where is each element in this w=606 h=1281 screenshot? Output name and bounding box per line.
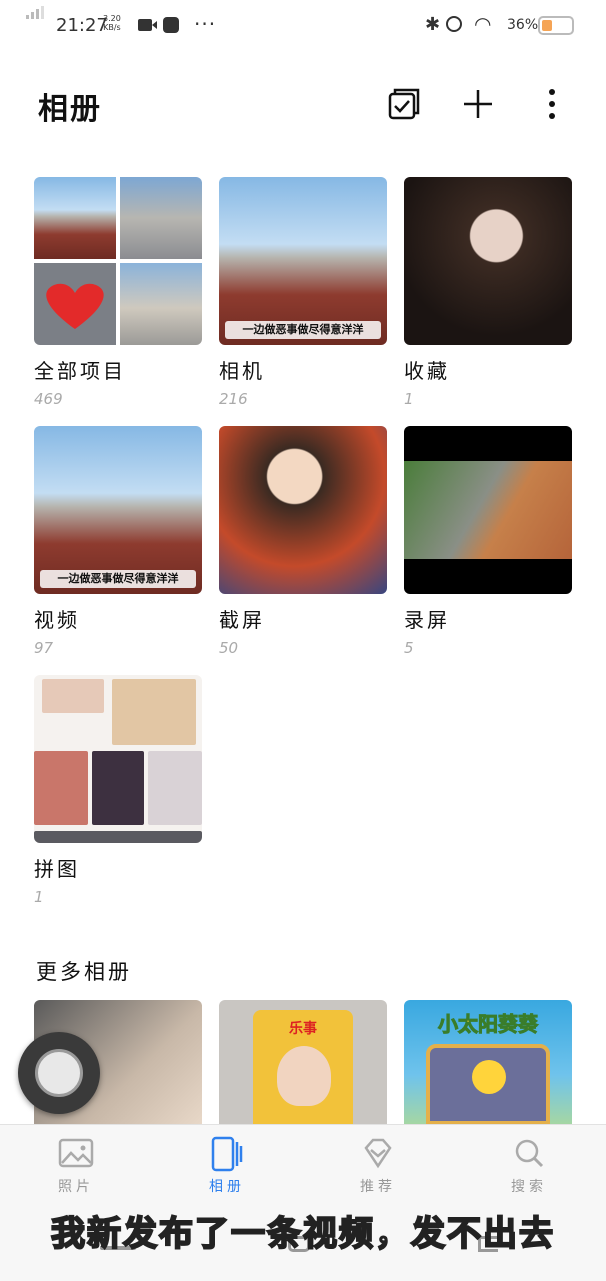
floating-assistive-button[interactable] [18, 1032, 100, 1114]
more-albums-title: 更多相册 [36, 960, 132, 984]
status-bar: 21:27 3.20 KB/s ··· ✱ ◠ 36% [0, 0, 606, 56]
album-screenshots[interactable]: 截屏 50 [219, 426, 387, 657]
album-thumbnail [404, 177, 572, 345]
network-speed: 3.20 KB/s [103, 14, 121, 32]
video-camera-icon [138, 19, 157, 31]
more-icon[interactable] [532, 84, 572, 124]
album-thumbnail [404, 426, 572, 594]
album-count: 216 [219, 390, 248, 408]
album-all-items[interactable]: 全部项目 469 [34, 177, 202, 408]
album-count: 1 [404, 390, 414, 408]
bluetooth-icon: ✱ [425, 14, 441, 35]
album-videos[interactable]: 一边做恶事做尽得意洋洋 视频 97 [34, 426, 202, 657]
album-thumbnail [219, 426, 387, 594]
album-name: 收藏 [404, 359, 450, 383]
album-count: 1 [34, 888, 44, 906]
album-thumbnail [34, 675, 202, 843]
album-count: 469 [34, 390, 63, 408]
snack-bag-text: 乐事 [289, 1021, 317, 1037]
photo-icon [31, 1136, 121, 1172]
search-icon [484, 1136, 574, 1172]
album-name: 录屏 [404, 608, 450, 632]
album-favorites[interactable]: 收藏 1 [404, 177, 572, 408]
nav-tab-albums[interactable]: 相册 [182, 1136, 272, 1196]
album-thumbnail: 一边做恶事做尽得意洋洋 [34, 426, 202, 594]
album-icon [182, 1136, 272, 1172]
nav-label: 相册 [209, 1179, 245, 1195]
battery-icon [538, 16, 574, 35]
album-name: 全部项目 [34, 359, 126, 383]
album-name: 截屏 [219, 608, 265, 632]
battery-percent: 36% [507, 17, 539, 33]
thumbnail-caption: 一边做恶事做尽得意洋洋 [225, 321, 381, 339]
status-time: 21:27 [56, 15, 108, 36]
add-icon[interactable] [458, 84, 498, 124]
heart-icon [46, 283, 104, 329]
more-album-thumbnail[interactable]: 小太阳葵葵 [404, 1000, 572, 1125]
album-camera[interactable]: 一边做恶事做尽得意洋洋 相机 216 [219, 177, 387, 408]
more-album-thumbnail[interactable]: 乐事 [219, 1000, 387, 1125]
album-count: 5 [404, 639, 414, 657]
wifi-icon: ◠ [474, 12, 492, 36]
select-icon[interactable] [384, 84, 424, 124]
thumbnail-caption: 一边做恶事做尽得意洋洋 [40, 570, 196, 588]
diamond-icon [333, 1136, 423, 1172]
album-thumbnail: 一边做恶事做尽得意洋洋 [219, 177, 387, 345]
nav-label: 推荐 [360, 1179, 396, 1195]
page-title: 相册 [38, 92, 102, 127]
album-name: 视频 [34, 608, 80, 632]
video-overlay-caption: 我新发布了一条视频，发不出去 [50, 1213, 555, 1255]
nav-tab-recommended[interactable]: 推荐 [333, 1136, 423, 1196]
album-count: 50 [219, 639, 239, 657]
album-collage[interactable]: 拼图 1 [34, 675, 202, 906]
app-notification-icon [163, 17, 179, 33]
thumbnail-title: 小太阳葵葵 [438, 1012, 539, 1037]
album-screen-recordings[interactable]: 录屏 5 [404, 426, 572, 657]
nav-label: 搜索 [511, 1179, 547, 1195]
nav-tab-search[interactable]: 搜索 [484, 1136, 574, 1196]
album-name: 相机 [219, 359, 265, 383]
more-notifications-icon: ··· [194, 12, 217, 36]
album-name: 拼图 [34, 857, 80, 881]
album-thumbnail [34, 177, 202, 345]
nav-tab-photos[interactable]: 照片 [31, 1136, 121, 1196]
album-count: 97 [34, 639, 54, 657]
alarm-icon [446, 16, 462, 32]
nav-label: 照片 [58, 1179, 94, 1195]
